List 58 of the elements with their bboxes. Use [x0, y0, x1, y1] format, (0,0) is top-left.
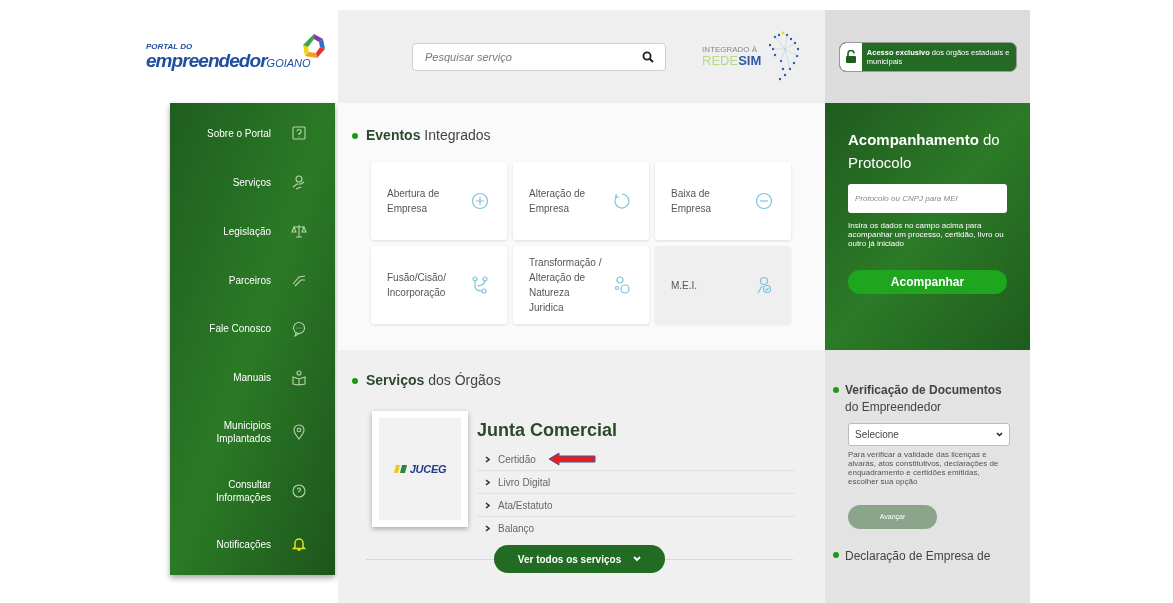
- redesim-logo[interactable]: INTEGRADO À REDESIM: [702, 28, 802, 85]
- section-title: Verificação de Documentos do Empreendedor: [845, 382, 1003, 416]
- circular-arrow-icon: [613, 192, 631, 210]
- sidebar-item[interactable]: Consultar Informações: [170, 477, 335, 504]
- chevron-right-icon: [485, 478, 490, 486]
- question-circle-icon: [291, 482, 307, 499]
- sidebar-item[interactable]: Sobre o Portal: [170, 125, 335, 142]
- document-type-select[interactable]: Selecione: [848, 422, 1010, 446]
- juceg-logo-text: JUCEG: [409, 461, 447, 477]
- search-icon[interactable]: [642, 50, 654, 63]
- organ-title: Junta Comercial: [477, 419, 619, 442]
- service-link[interactable]: Certidão: [485, 451, 536, 467]
- chevron-right-icon: [485, 455, 490, 463]
- event-card[interactable]: Transformação / Alteração de Natureza Juridica: [513, 246, 649, 324]
- event-card[interactable]: M.E.I.: [655, 246, 791, 324]
- scales-icon: [291, 223, 307, 240]
- event-card[interactable]: Fusão/Cisão/ Incorporação: [371, 246, 507, 324]
- section-title: Serviços dos Órgãos: [366, 371, 501, 390]
- user-check-icon: [755, 276, 773, 294]
- panel-title: Acompanhamento do Protocolo: [848, 130, 1001, 173]
- organ-logo-card[interactable]: JUCEG: [372, 411, 468, 527]
- bell-icon: [291, 536, 307, 553]
- service-link[interactable]: Livro Digital: [485, 474, 551, 490]
- service-link[interactable]: Ata/Estatuto: [485, 497, 553, 513]
- sidebar-item[interactable]: Legislação: [170, 223, 335, 240]
- help-text: Insira os dados no campo acima para acompanhar um processo, certidão, livro ou outro já iniciado: [848, 221, 1005, 249]
- chevron-down-icon: [633, 556, 642, 562]
- help-text: Para verificar a validade das licenças e alvarás, atos constitutivos, declarações de enquadramento e certidões emitidas, escolher sua opção: [848, 449, 1000, 487]
- section-title: Eventos Integrados: [366, 126, 491, 145]
- track-button[interactable]: Acompanhar: [848, 269, 1007, 294]
- protocol-field[interactable]: Protocolo ou CNPJ para MEI: [848, 184, 1007, 213]
- service-link[interactable]: Balanço: [485, 521, 535, 536]
- chat-bubbles-icon: [291, 320, 307, 337]
- sidebar-item[interactable]: Fale Conosco: [170, 320, 335, 337]
- event-card[interactable]: Abertura de Empresa: [371, 162, 507, 240]
- chevron-right-icon: [485, 525, 490, 532]
- section-title: Declaração de Empresa de: [845, 548, 991, 566]
- sidebar-item[interactable]: Parceiros: [170, 272, 335, 289]
- view-all-services-button[interactable]: Ver todos os serviços: [493, 545, 666, 573]
- sidebar-item[interactable]: Notificações: [170, 536, 335, 553]
- circles-icon: [613, 276, 631, 294]
- chevron-right-icon: [485, 501, 490, 509]
- plus-circle-icon: [471, 192, 489, 210]
- sidebar-item[interactable]: Serviços: [170, 174, 335, 191]
- sidebar-item[interactable]: Municipios Implantados: [170, 418, 335, 445]
- chevron-down-icon: [996, 431, 1003, 437]
- question-box-icon: [291, 125, 307, 142]
- map-pin-icon: [291, 423, 307, 440]
- event-card[interactable]: Alteração de Empresa: [513, 162, 649, 240]
- minus-circle-icon: [755, 192, 773, 210]
- sidebar-item[interactable]: Manuais: [170, 369, 335, 386]
- juceg-mark-icon: [393, 464, 408, 474]
- event-card[interactable]: Baixa de Empresa: [655, 162, 791, 240]
- logo[interactable]: PORTAL DO empreendedorGOIANO: [146, 43, 311, 70]
- branching-nodes-icon: [471, 276, 489, 294]
- search-field[interactable]: Pesquisar serviço: [412, 42, 666, 71]
- open-book-person-icon: [291, 369, 307, 386]
- padlock-icon: [845, 50, 856, 63]
